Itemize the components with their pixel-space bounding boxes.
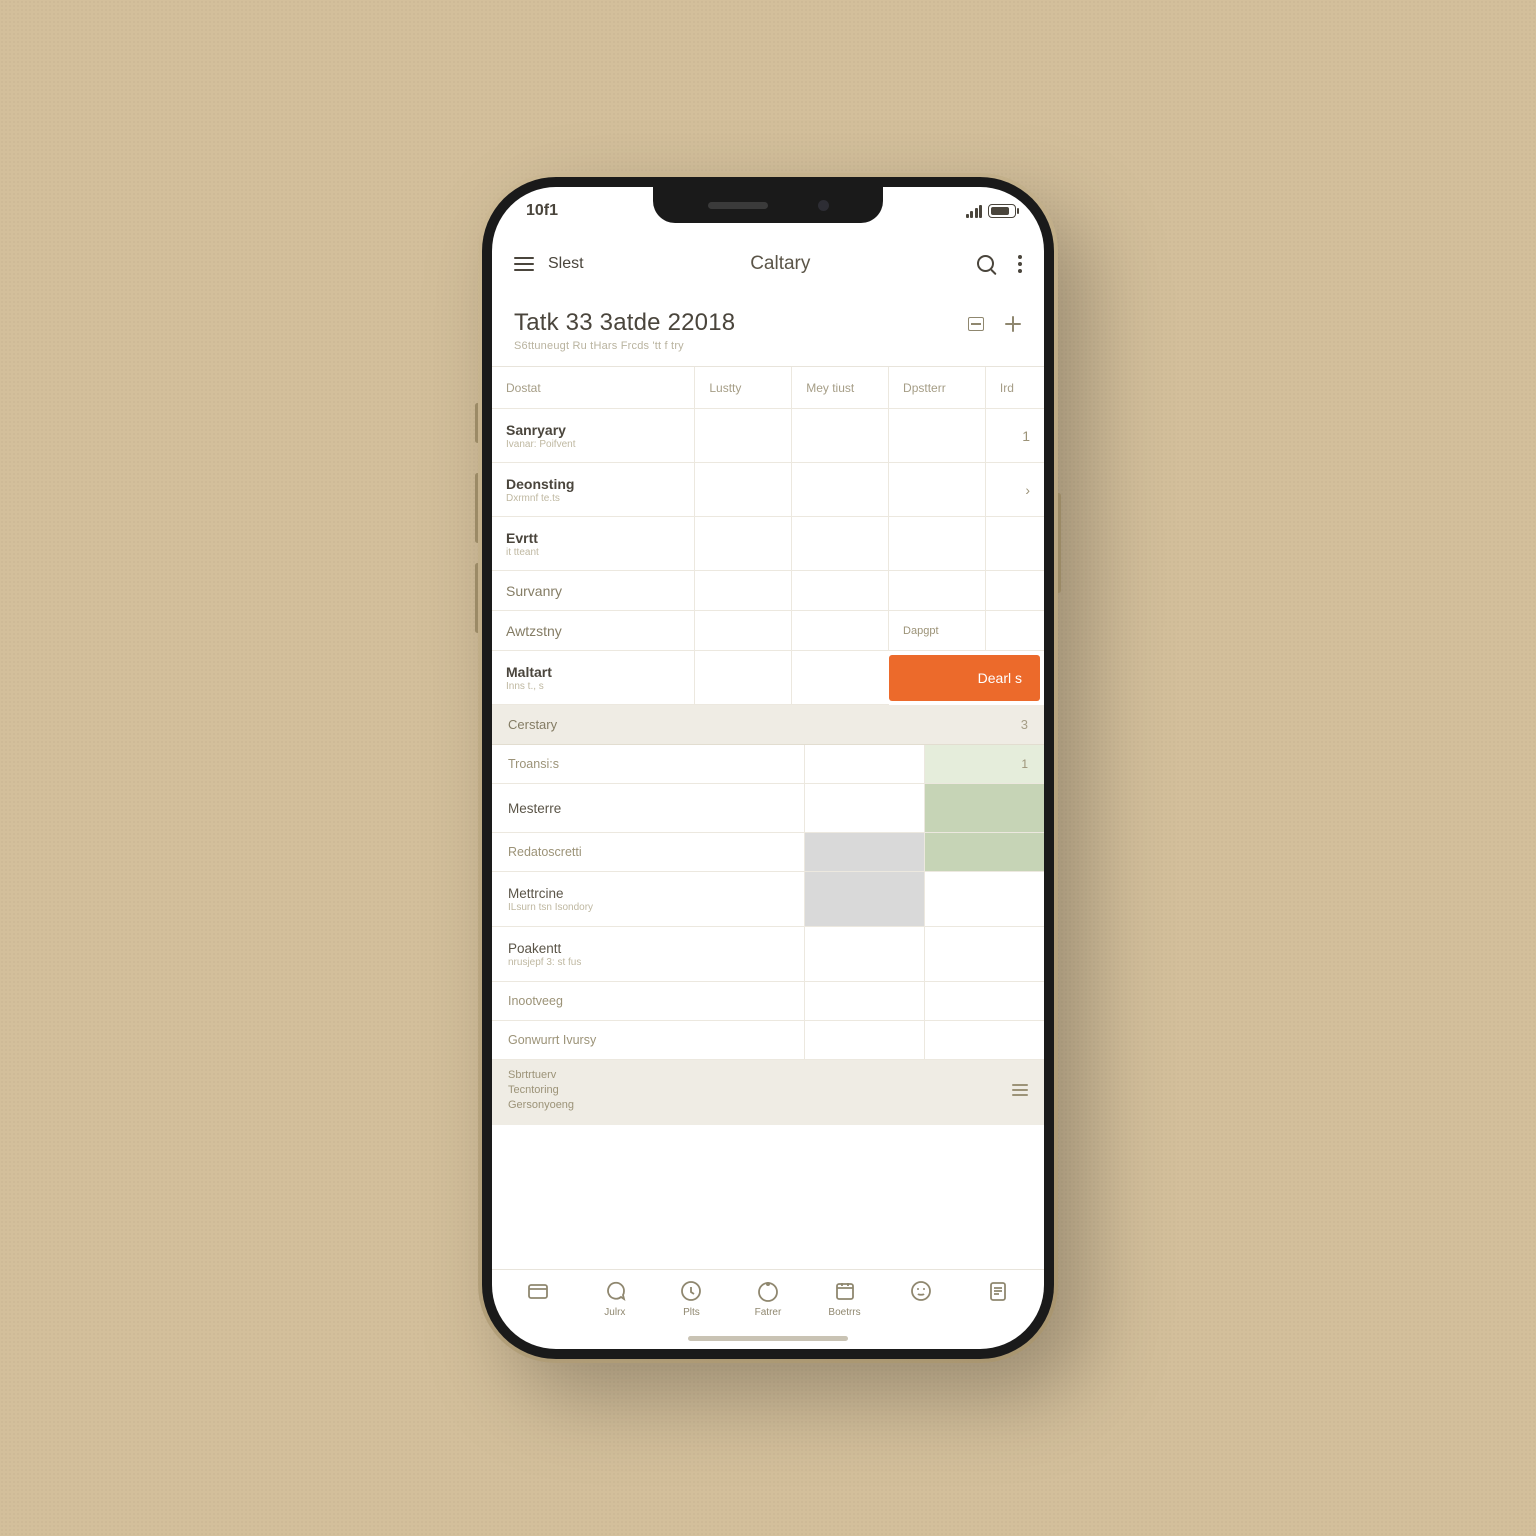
list-icon[interactable] [1012, 1084, 1028, 1096]
table-row[interactable]: MettrcineILsurn tsn Isondory [492, 872, 1044, 927]
appbar-left-label: Slest [548, 255, 584, 273]
nav-item-7[interactable] [968, 1278, 1028, 1307]
card-icon [524, 1278, 552, 1304]
doc-icon [984, 1278, 1012, 1304]
add-icon[interactable] [1004, 315, 1022, 333]
nav-item-2[interactable]: Julrx [585, 1278, 645, 1318]
main-table: Dostat Lustty Mey tiust Dpstterr Ird San… [492, 367, 1044, 705]
view-toggle-icon[interactable] [968, 317, 984, 331]
col-header[interactable]: Lustty [695, 367, 792, 409]
page-title: Tatk 33 3atde 22018 [514, 309, 968, 337]
home-indicator[interactable] [688, 1336, 848, 1341]
face-icon [907, 1278, 935, 1304]
chevron-icon: › [986, 463, 1044, 517]
table-row[interactable]: Mesterre [492, 784, 1044, 833]
search-icon[interactable] [977, 255, 996, 274]
col-header[interactable]: Dostat [492, 367, 695, 409]
secondary-table: Troansi:s 1 Mesterre Redatoscretti [492, 745, 1044, 1060]
section-count: 3 [1021, 717, 1028, 732]
table-row[interactable]: Redatoscretti [492, 833, 1044, 872]
col-header[interactable]: Ird [986, 367, 1044, 409]
device-notch [653, 187, 883, 223]
primary-action-button[interactable]: Dearl s [889, 655, 1040, 701]
table-row[interactable]: Inootveeg [492, 982, 1044, 1021]
col-header[interactable]: Dpstterr [889, 367, 986, 409]
more-icon[interactable] [1018, 255, 1022, 273]
calendar-icon [831, 1278, 859, 1304]
col-header[interactable]: Mey tiust [792, 367, 889, 409]
table-row[interactable]: Gonwurrt Ivursy [492, 1021, 1044, 1060]
page-header: Tatk 33 3atde 22018 S6ttuneugt Ru tHars … [492, 293, 1044, 367]
signal-icon [966, 205, 983, 218]
hamburger-icon[interactable] [514, 257, 534, 271]
nav-item-3[interactable]: Plts [661, 1278, 721, 1318]
row-trail: 1 [941, 757, 1028, 771]
nav-item-5[interactable]: Boetrrs [815, 1278, 875, 1318]
app-bar: Slest Caltary [492, 235, 1044, 293]
nav-item-6[interactable] [891, 1278, 951, 1307]
nav-item-1[interactable] [508, 1278, 568, 1307]
badge-icon [754, 1278, 782, 1304]
chat-icon [601, 1278, 629, 1304]
appbar-title: Caltary [598, 253, 963, 275]
page-subtitle: S6ttuneugt Ru tHars Frcds 'tt f try [514, 340, 968, 352]
table-row[interactable]: Survanry [492, 571, 1044, 611]
table-row[interactable]: DeonstingDxrmnf te.ts › [492, 463, 1044, 517]
row-tag: Dapgpt [889, 611, 986, 651]
table-row[interactable]: Evrttit tteant [492, 517, 1044, 571]
footer-note: Sbrtrtuerv Tecntoring Gersonyoeng [492, 1060, 1044, 1125]
status-time: 10f1 [526, 202, 558, 220]
table-row[interactable]: MaltartInns t., s Dearl s [492, 651, 1044, 705]
row-trail: 1 [986, 409, 1044, 463]
nav-item-4[interactable]: Fatrer [738, 1278, 798, 1318]
table-row[interactable]: Awtzstny Dapgpt [492, 611, 1044, 651]
section-header[interactable]: Cerstary 3 [492, 705, 1044, 745]
table-row[interactable]: SanryaryIvanar: Poifvent 1 [492, 409, 1044, 463]
battery-icon [988, 204, 1016, 218]
clock-icon [677, 1278, 705, 1304]
table-row[interactable]: Troansi:s 1 [492, 745, 1044, 784]
section-title: Cerstary [508, 717, 557, 732]
table-row[interactable]: Poakenttnrusjepf 3: st fus [492, 927, 1044, 982]
